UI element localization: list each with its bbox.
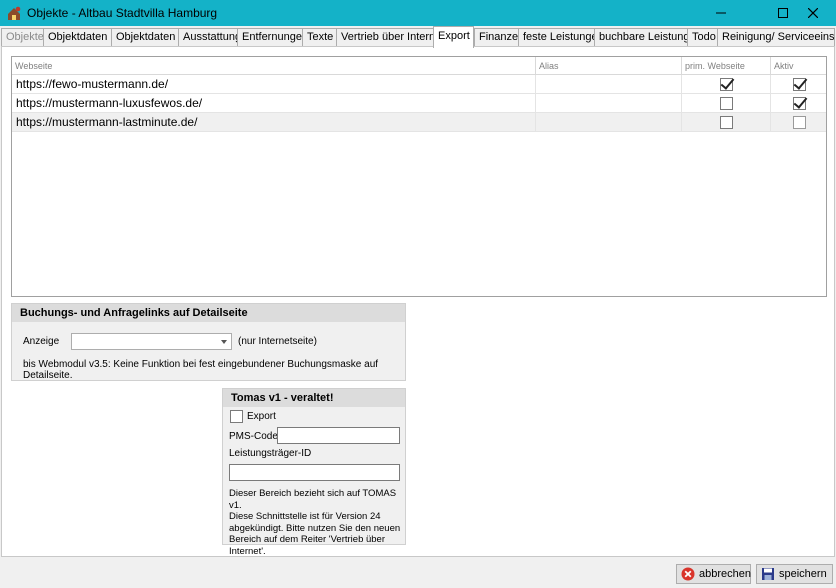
save-button-label: speichern	[779, 568, 827, 580]
column-header-webseite[interactable]: Webseite	[12, 57, 536, 75]
aktiv-checkbox[interactable]	[793, 97, 806, 110]
tab-todo[interactable]: Todo	[687, 28, 718, 47]
cell-prim-webseite	[682, 75, 771, 94]
tab-objektdaten-2[interactable]: Objektdaten 2	[111, 28, 179, 47]
cell-alias[interactable]	[536, 113, 682, 132]
tomas-info-line: Diese Schnittstelle ist für Version 24	[229, 511, 381, 522]
anzeige-hint: (nur Internetseite)	[238, 336, 317, 347]
floppy-disk-icon	[762, 568, 774, 580]
cancel-button[interactable]: abbrechen	[676, 564, 751, 584]
tomas-info-line: Dieser Bereich bezieht sich auf TOMAS v1…	[229, 488, 397, 511]
tab-ausstattung[interactable]: Ausstattung	[178, 28, 238, 47]
tomas-info-text: Dieser Bereich bezieht sich auf TOMAS v1…	[229, 488, 405, 557]
tab-objektdaten-1[interactable]: Objektdaten 1	[43, 28, 112, 47]
tomas-info-line: Bereich auf dem Reiter 'Vertrieb über	[229, 534, 386, 545]
prim-webseite-checkbox[interactable]	[720, 116, 733, 129]
pms-code-label: PMS-Code	[229, 431, 278, 442]
tab-entfernungen[interactable]: Entfernungen	[237, 28, 303, 47]
tab-vertrieb-ueber-internet[interactable]: Vertrieb über Internet	[336, 28, 434, 47]
prim-webseite-checkbox[interactable]	[720, 78, 733, 91]
cancel-x-icon	[681, 567, 695, 581]
cell-webseite[interactable]: https://mustermann-luxusfewos.de/	[12, 94, 536, 113]
tab-objekte[interactable]: Objekte	[1, 28, 44, 47]
column-header-alias[interactable]: Alias	[536, 57, 682, 75]
cancel-button-label: abbrechen	[699, 568, 751, 580]
tab-reinigung-serviceeinsaetze[interactable]: Reinigung/ Serviceeinsätze	[717, 28, 835, 47]
tab-texte[interactable]: Texte	[302, 28, 337, 47]
cell-prim-webseite	[682, 94, 771, 113]
window-title: Objekte - Altbau Stadtvilla Hamburg	[27, 6, 218, 20]
table-row[interactable]: https://fewo-mustermann.de/	[12, 75, 826, 94]
aktiv-checkbox[interactable]	[793, 78, 806, 91]
anzeige-dropdown[interactable]	[71, 333, 232, 350]
app-gear-icon	[8, 6, 21, 20]
anzeige-label: Anzeige	[23, 336, 60, 347]
cell-webseite[interactable]: https://fewo-mustermann.de/	[12, 75, 536, 94]
webmodul-note: bis Webmodul v3.5: Keine Funktion bei fe…	[23, 359, 379, 381]
table-row[interactable]: https://mustermann-luxusfewos.de/	[12, 94, 826, 113]
website-grid[interactable]: Webseite Alias prim. Webseite Aktiv http…	[11, 56, 827, 297]
leistungstraeger-id-label: Leistungsträger-ID	[229, 448, 312, 459]
tab-strip: Objekte Objektdaten 1 Objektdaten 2 Auss…	[0, 26, 836, 48]
cell-alias[interactable]	[536, 75, 682, 94]
tomas-info-line: abgekündigt. Bitte nutzen Sie den neuen	[229, 522, 401, 534]
tomas-panel: Tomas v1 - veraltet! Export PMS-Code Lei…	[222, 388, 406, 557]
chevron-down-icon	[221, 340, 227, 344]
booking-links-panel: Buchungs- und Anfragelinks auf Detailsei…	[11, 303, 406, 381]
cell-aktiv	[771, 113, 826, 132]
minimize-button[interactable]	[698, 0, 744, 26]
table-row[interactable]: https://mustermann-lastminute.de/	[12, 113, 826, 132]
tomas-info-line: Internet'.	[229, 545, 266, 557]
column-header-aktiv[interactable]: Aktiv	[771, 57, 826, 75]
booking-links-panel-title: Buchungs- und Anfragelinks auf Detailsei…	[12, 304, 405, 322]
cell-alias[interactable]	[536, 94, 682, 113]
prim-webseite-checkbox[interactable]	[720, 97, 733, 110]
tomas-panel-title: Tomas v1 - veraltet!	[223, 389, 405, 407]
cell-prim-webseite	[682, 113, 771, 132]
tab-feste-leistungen[interactable]: feste Leistungen	[518, 28, 595, 47]
pms-code-input[interactable]	[277, 427, 400, 444]
maximize-icon	[778, 8, 788, 18]
tab-export[interactable]: Export	[433, 26, 474, 48]
cell-aktiv	[771, 75, 826, 94]
close-icon	[808, 8, 818, 18]
column-header-prim-webseite[interactable]: prim. Webseite	[682, 57, 771, 75]
tab-finanzen[interactable]: Finanzen	[474, 28, 519, 47]
tomas-export-label: Export	[247, 411, 276, 422]
tab-buchbare-leistungen[interactable]: buchbare Leistungen	[594, 28, 688, 47]
minimize-icon	[716, 12, 726, 14]
tomas-export-checkbox[interactable]	[230, 410, 243, 423]
grid-header: Webseite Alias prim. Webseite Aktiv	[12, 57, 826, 75]
cell-webseite[interactable]: https://mustermann-lastminute.de/	[12, 113, 536, 132]
cell-aktiv	[771, 94, 826, 113]
save-button[interactable]: speichern	[756, 564, 833, 584]
close-button[interactable]	[790, 0, 836, 26]
aktiv-checkbox[interactable]	[793, 116, 806, 129]
title-bar: Objekte - Altbau Stadtvilla Hamburg	[0, 0, 836, 26]
leistungstraeger-id-input[interactable]	[229, 464, 400, 481]
